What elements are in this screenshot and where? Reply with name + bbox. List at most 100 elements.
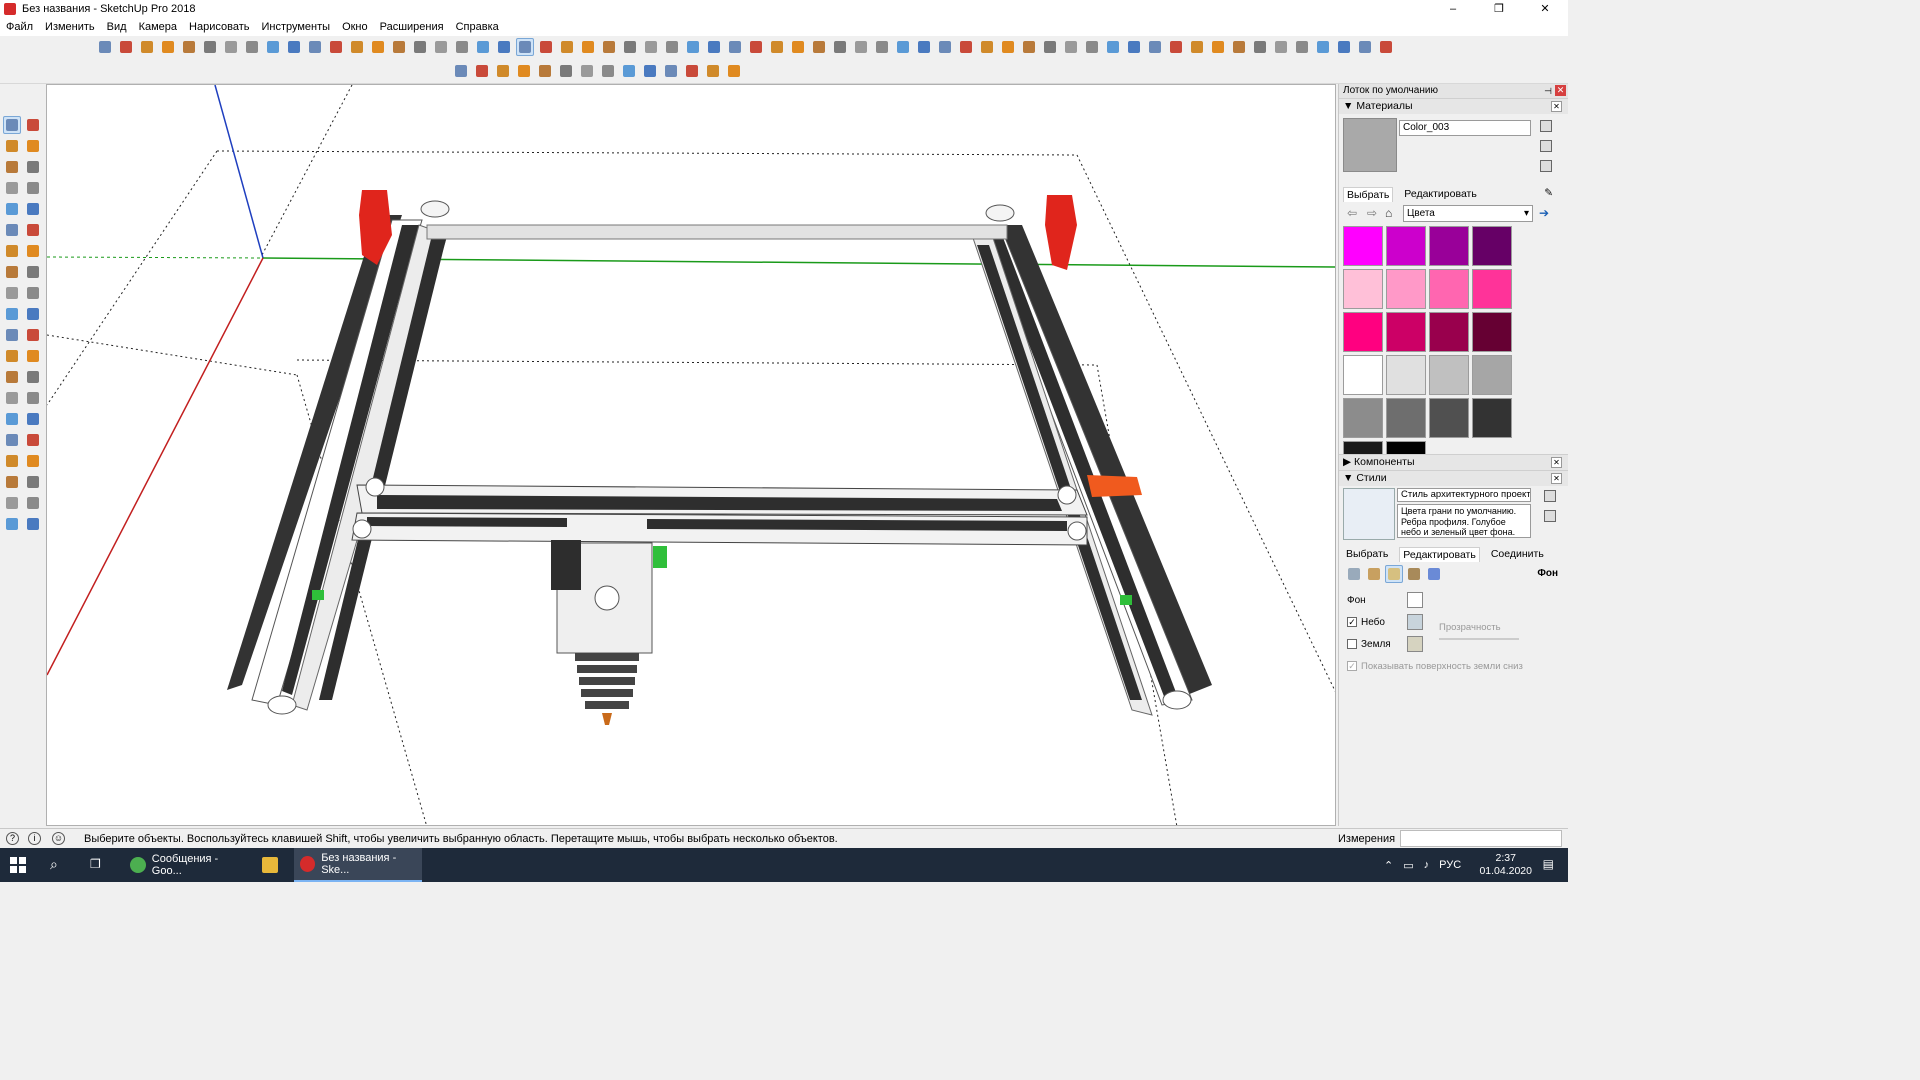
palette-tool-icon[interactable]: [3, 389, 21, 407]
material-swatch[interactable]: [1429, 312, 1469, 352]
toolbar-tool-icon[interactable]: [579, 38, 597, 56]
toolbar-tool-icon[interactable]: [159, 38, 177, 56]
toolbar-tool-icon[interactable]: [1062, 38, 1080, 56]
update-style-icon[interactable]: [1544, 510, 1556, 522]
toolbar-tool-icon[interactable]: [390, 38, 408, 56]
menu-window[interactable]: Окно: [342, 21, 368, 33]
pin-icon[interactable]: ⊣: [1544, 84, 1552, 98]
maximize-button[interactable]: ❐: [1476, 0, 1522, 18]
palette-tool-icon[interactable]: [3, 515, 21, 533]
tray-close-icon[interactable]: ✕: [1555, 85, 1566, 96]
palette-tool-icon[interactable]: [3, 242, 21, 260]
toolbar-tool-icon[interactable]: [894, 38, 912, 56]
toolbar-tool-icon[interactable]: [1335, 38, 1353, 56]
palette-tool-icon[interactable]: [24, 263, 42, 281]
palette-tool-icon[interactable]: [3, 452, 21, 470]
palette-tool-icon[interactable]: [3, 410, 21, 428]
palette-tool-icon[interactable]: [24, 242, 42, 260]
toolbar-tool-icon[interactable]: [789, 38, 807, 56]
toolbar-tool-icon[interactable]: [117, 38, 135, 56]
toolbar2-tool-icon[interactable]: [599, 62, 617, 80]
toolbar-tool-icon[interactable]: [96, 38, 114, 56]
taskbar-sketchup[interactable]: Без названия - Ske...: [294, 848, 422, 882]
transparency-slider[interactable]: [1439, 638, 1519, 640]
toolbar-tool-icon[interactable]: [516, 38, 534, 56]
toolbar-tool-icon[interactable]: [684, 38, 702, 56]
toolbar2-tool-icon[interactable]: [725, 62, 743, 80]
toolbar-tool-icon[interactable]: [411, 38, 429, 56]
material-swatch[interactable]: [1429, 269, 1469, 309]
material-swatch[interactable]: [1343, 269, 1383, 309]
notifications-icon[interactable]: ▤: [1543, 857, 1554, 871]
toolbar-tool-icon[interactable]: [1041, 38, 1059, 56]
toolbar-tool-icon[interactable]: [873, 38, 891, 56]
toolbar-tool-icon[interactable]: [1293, 38, 1311, 56]
palette-tool-icon[interactable]: [24, 389, 42, 407]
ground-checkbox[interactable]: [1347, 639, 1357, 649]
material-name-field[interactable]: Color_003: [1399, 120, 1531, 136]
model-viewport[interactable]: [46, 84, 1336, 826]
watermark-settings-icon[interactable]: [1405, 565, 1423, 583]
material-swatch[interactable]: [1472, 398, 1512, 438]
palette-tool-icon[interactable]: [24, 200, 42, 218]
palette-tool-icon[interactable]: [3, 494, 21, 512]
palette-tool-icon[interactable]: [24, 158, 42, 176]
toolbar2-tool-icon[interactable]: [515, 62, 533, 80]
palette-tool-icon[interactable]: [24, 305, 42, 323]
toolbar-tool-icon[interactable]: [453, 38, 471, 56]
create-style-icon[interactable]: [1544, 490, 1556, 502]
toolbar-tool-icon[interactable]: [621, 38, 639, 56]
menu-draw[interactable]: Нарисовать: [189, 21, 249, 33]
materials-close-icon[interactable]: ✕: [1551, 101, 1562, 112]
palette-tool-icon[interactable]: [24, 368, 42, 386]
palette-tool-icon[interactable]: [3, 284, 21, 302]
tab-styles-select[interactable]: Выбрать: [1343, 547, 1391, 561]
toolbar-tool-icon[interactable]: [243, 38, 261, 56]
language-indicator[interactable]: РУС: [1439, 859, 1461, 871]
modeling-settings-icon[interactable]: [1425, 565, 1443, 583]
toolbar-tool-icon[interactable]: [327, 38, 345, 56]
palette-tool-icon[interactable]: [3, 368, 21, 386]
search-icon[interactable]: ⌕: [50, 856, 58, 873]
menu-tools[interactable]: Инструменты: [261, 21, 330, 33]
toolbar2-tool-icon[interactable]: [494, 62, 512, 80]
palette-tool-icon[interactable]: [3, 200, 21, 218]
palette-tool-icon[interactable]: [3, 263, 21, 281]
close-button[interactable]: ✕: [1522, 0, 1568, 18]
palette-tool-icon[interactable]: [3, 221, 21, 239]
taskbar-chrome[interactable]: Сообщения - Goo...: [124, 848, 250, 882]
taskbar-explorer[interactable]: [256, 848, 288, 882]
toolbar-tool-icon[interactable]: [1104, 38, 1122, 56]
toolbar2-tool-icon[interactable]: [557, 62, 575, 80]
toolbar-tool-icon[interactable]: [1230, 38, 1248, 56]
tab-styles-mix[interactable]: Соединить: [1488, 547, 1547, 561]
toolbar-tool-icon[interactable]: [1146, 38, 1164, 56]
palette-tool-icon[interactable]: [3, 473, 21, 491]
palette-tool-icon[interactable]: [3, 326, 21, 344]
palette-tool-icon[interactable]: [3, 347, 21, 365]
palette-tool-icon[interactable]: [3, 305, 21, 323]
toolbar-tool-icon[interactable]: [432, 38, 450, 56]
ground-color-swatch[interactable]: [1407, 636, 1423, 652]
show-ground-checkbox[interactable]: ✓: [1347, 661, 1357, 671]
toolbar-tool-icon[interactable]: [978, 38, 996, 56]
material-swatch[interactable]: [1343, 355, 1383, 395]
tab-materials-edit[interactable]: Редактировать: [1401, 187, 1480, 201]
windows-start-icon[interactable]: [10, 857, 26, 873]
material-swatch[interactable]: [1386, 355, 1426, 395]
toolbar-tool-icon[interactable]: [747, 38, 765, 56]
material-swatch[interactable]: [1472, 355, 1512, 395]
toolbar2-tool-icon[interactable]: [536, 62, 554, 80]
toolbar-tool-icon[interactable]: [1272, 38, 1290, 56]
sky-checkbox[interactable]: ✓: [1347, 617, 1357, 627]
toolbar-tool-icon[interactable]: [1356, 38, 1374, 56]
toolbar2-tool-icon[interactable]: [704, 62, 722, 80]
task-view-icon[interactable]: ❐: [90, 857, 101, 871]
toolbar-tool-icon[interactable]: [558, 38, 576, 56]
material-swatch[interactable]: [1386, 312, 1426, 352]
toolbar-tool-icon[interactable]: [474, 38, 492, 56]
toolbar-tool-icon[interactable]: [726, 38, 744, 56]
material-swatch[interactable]: [1386, 226, 1426, 266]
material-swatch[interactable]: [1386, 398, 1426, 438]
toolbar-tool-icon[interactable]: [138, 38, 156, 56]
